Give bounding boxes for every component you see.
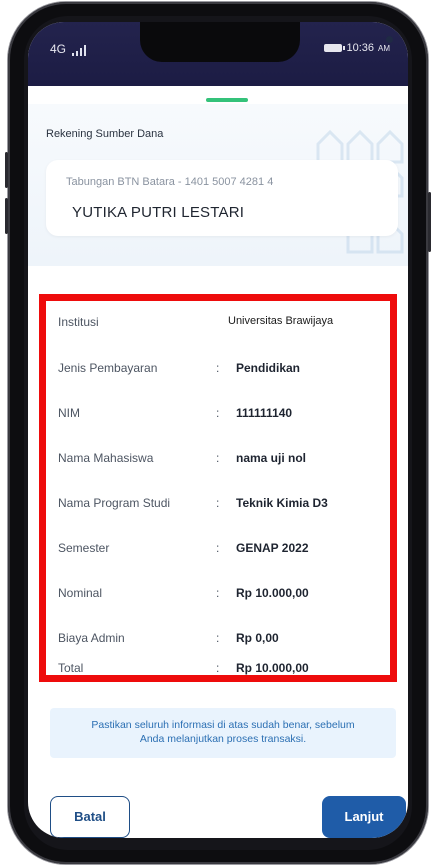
detail-row-biaya-admin: Biaya Admin : Rp 0,00: [58, 631, 388, 651]
detail-row-total: Total : Rp 10.000,00: [58, 661, 388, 681]
status-bar: 4G 10:36 AM: [28, 22, 408, 86]
detail-value: Pendidikan: [236, 361, 301, 375]
clock-suffix: AM: [378, 43, 390, 53]
detail-label: NIM: [58, 406, 80, 420]
camera-notch: [140, 22, 393, 62]
notice-line-2: Anda melanjutkan proses transaksi.: [139, 733, 307, 745]
detail-label: Nominal: [58, 586, 103, 600]
network-indicator: 4G: [50, 42, 87, 56]
volume-down-button: [5, 198, 8, 234]
detail-value: 111111140: [236, 406, 293, 420]
detail-label: Total: [58, 661, 84, 675]
power-button: [428, 192, 431, 252]
volume-up-button: [5, 152, 8, 188]
detail-colon: :: [216, 586, 220, 600]
detail-row-nim: NIM : 111111140: [58, 406, 388, 426]
detail-row-program-studi: Nama Program Studi : Teknik Kimia D3: [58, 496, 388, 516]
signal-icon: [72, 45, 87, 56]
account-card[interactable]: Tabungan BTN Batara - 1401 5007 4281 4 Y…: [46, 160, 398, 236]
confirmation-notice: Pastikan seluruh informasi di atas sudah…: [50, 708, 396, 758]
source-account-label: Rekening Sumber Dana: [46, 128, 164, 140]
cancel-button[interactable]: Batal: [50, 796, 130, 838]
detail-colon: :: [216, 661, 220, 675]
source-account-section: Rekening Sumber Dana Tabungan BTN Batara…: [28, 104, 408, 266]
detail-label: Jenis Pembayaran: [58, 361, 158, 375]
detail-value: Universitas Brawijaya: [228, 315, 334, 327]
network-label: 4G: [50, 42, 67, 56]
continue-button[interactable]: Lanjut: [322, 796, 406, 838]
payment-details-highlight: Institusi Universitas Brawijaya Jenis Pe…: [39, 294, 397, 682]
detail-colon: :: [216, 496, 220, 510]
detail-colon: :: [216, 451, 220, 465]
detail-label: Nama Program Studi: [58, 496, 171, 510]
status-right: 10:36 AM: [324, 42, 390, 54]
detail-colon: :: [216, 631, 220, 645]
detail-value: Teknik Kimia D3: [236, 496, 328, 510]
account-holder-name: YUTIKA PUTRI LESTARI: [72, 204, 245, 221]
detail-row-nama-mahasiswa: Nama Mahasiswa : nama uji nol: [58, 451, 388, 471]
detail-row-nominal: Nominal : Rp 10.000,00: [58, 586, 388, 606]
detail-value: Rp 0,00: [236, 631, 279, 645]
detail-row-jenis-pembayaran: Jenis Pembayaran : Pendidikan: [58, 361, 388, 381]
detail-row-semester: Semester : GENAP 2022: [58, 541, 388, 561]
detail-label: Institusi: [58, 315, 99, 329]
detail-value: Rp 10.000,00: [236, 586, 309, 600]
notice-line-1: Pastikan seluruh informasi di atas sudah…: [91, 719, 355, 731]
clock: 10:36: [346, 42, 374, 54]
detail-label: Biaya Admin: [58, 631, 125, 645]
detail-colon: :: [216, 361, 220, 375]
detail-row-institusi: Institusi Universitas Brawijaya: [58, 315, 388, 335]
detail-colon: :: [216, 541, 220, 555]
detail-label: Semester: [58, 541, 110, 555]
screen: 4G 10:36 AM Rekening Sumber Dana Tabunga…: [28, 22, 408, 838]
transaction-sheet: Rekening Sumber Dana Tabungan BTN Batara…: [28, 86, 408, 838]
detail-colon: :: [216, 406, 220, 420]
detail-value: nama uji nol: [236, 451, 307, 465]
detail-value: Rp 10.000,00: [236, 661, 309, 675]
detail-value: GENAP 2022: [236, 541, 309, 555]
account-number: Tabungan BTN Batara - 1401 5007 4281 4: [66, 176, 274, 188]
sheet-handle[interactable]: [206, 98, 248, 102]
detail-label: Nama Mahasiswa: [58, 451, 154, 465]
battery-icon: [324, 44, 346, 52]
